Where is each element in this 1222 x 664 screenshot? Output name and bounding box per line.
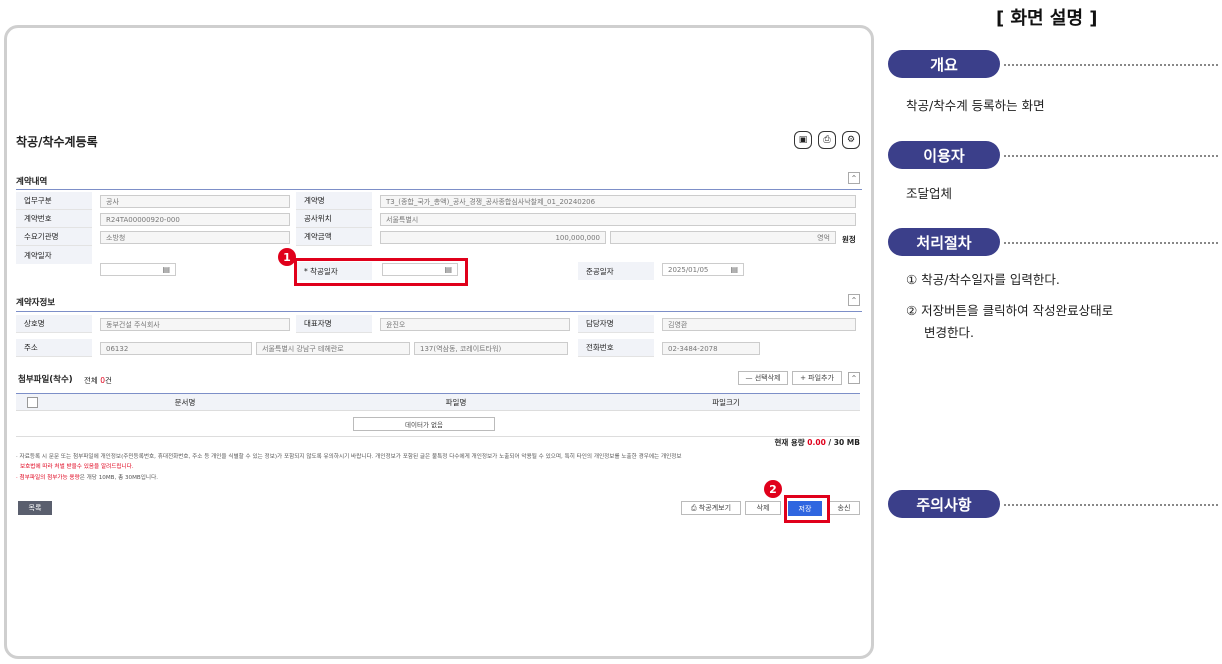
org-field: 소방청 — [100, 231, 290, 244]
manager-label: 담당자명 — [578, 315, 654, 333]
contract-no-label: 계약번호 — [16, 210, 92, 228]
capacity-suffix: / 30 MB — [825, 438, 860, 447]
capacity-prefix: 현재 용량 — [774, 438, 808, 447]
contract-no-field: R24TA00000920-000 — [100, 213, 290, 226]
contract-section-title: 계약내역 — [16, 177, 48, 187]
section-divider — [16, 189, 862, 190]
dotted-line — [1004, 64, 1218, 66]
user-pill: 이용자 — [888, 141, 1000, 169]
calendar-icon[interactable]: ▤ — [730, 265, 738, 274]
org-label: 수요기관명 — [16, 228, 92, 246]
calendar-icon[interactable]: ▤ — [162, 265, 170, 274]
dotted-line — [1004, 242, 1218, 244]
amount-hangul-field: 영억 — [610, 231, 836, 244]
zip-field: 06132 — [100, 342, 252, 355]
address1-field: 서울특별시 강남구 테헤란로 — [256, 342, 410, 355]
delete-button[interactable]: 삭제 — [745, 501, 781, 515]
marker-1: 1 — [278, 248, 296, 266]
completion-date-field: 2025/01/05 ▤ — [662, 263, 744, 276]
collapse-contractor-icon[interactable]: ⌃ — [848, 294, 860, 306]
collapse-attach-icon[interactable]: ⌃ — [848, 372, 860, 384]
notice-line-3: · 첨부파일의 첨부가능 용량은 개당 10MB, 총 30MB입니다. — [16, 473, 158, 481]
site-field: 서울특별시 — [380, 213, 856, 226]
process-step-2-cont: 변경한다. — [924, 325, 974, 340]
send-button[interactable]: 송신 — [828, 501, 860, 515]
amount-unit: 원정 — [842, 235, 856, 244]
completion-label: 준공일자 — [578, 262, 654, 280]
company-label: 상호명 — [16, 315, 92, 333]
panel-heading: [ 화면 설명 ] — [996, 8, 1098, 29]
amount-label: 계약금액 — [296, 228, 372, 246]
contractor-section-title: 계약자정보 — [16, 298, 56, 308]
user-text: 조달업체 — [906, 186, 953, 201]
overview-text: 착공/착수계 등록하는 화면 — [906, 98, 1045, 113]
amount-field: 100,000,000 — [380, 231, 606, 244]
col-file-name: 파일명 — [445, 398, 467, 407]
capacity-value: 0.00 — [807, 438, 826, 447]
list-button[interactable]: 목록 — [18, 501, 52, 515]
page-title: 착공/착수계등록 — [16, 135, 98, 149]
notice-capacity-label: · 첨부파일의 첨부가능 용량 — [16, 475, 80, 481]
overview-pill: 개요 — [888, 50, 1000, 78]
ceo-label: 대표자명 — [296, 315, 372, 333]
col-doc-name: 문서명 — [174, 398, 196, 407]
contract-date-label: 계약일자 — [16, 246, 92, 264]
capacity-info: 현재 용량 0.00 / 30 MB — [700, 437, 860, 448]
work-type-field: 공사 — [100, 195, 290, 208]
empty-data: 데이터가 없음 — [353, 417, 495, 431]
process-step-1: ① 착공/착수일자를 입력한다. — [906, 272, 1060, 287]
attach-total-suffix: 건 — [104, 376, 112, 385]
contract-name-label: 계약명 — [296, 192, 372, 210]
notice-line-2: 보호법에 따라 처벌 받을수 있음을 알려드립니다. — [20, 464, 134, 470]
phone-field: 02-3484-2078 — [662, 342, 760, 355]
address-label: 주소 — [16, 339, 92, 357]
notice-line-1: · 자료등록 시 문문 또는 첨부파일에 개인정보(주민등록번호, 휴대전화번호… — [16, 454, 682, 460]
address2-field: 137(역삼동, 코레이트타워) — [414, 342, 568, 355]
marker-2: 2 — [764, 480, 782, 498]
delete-selected-button[interactable]: — 선택삭제 — [738, 371, 788, 385]
ceo-field: 윤진오 — [380, 318, 570, 331]
highlight-start-date — [294, 258, 468, 286]
dotted-line — [1004, 504, 1218, 506]
process-step-2: ② 저장버튼을 클릭하여 작성완료상태로 — [906, 303, 1114, 318]
highlight-save — [784, 495, 830, 523]
preview-button[interactable]: ⎙ 착공계보기 — [681, 501, 741, 515]
attach-total: 전체 0건 — [84, 375, 112, 386]
company-field: 동부건설 주식회사 — [100, 318, 290, 331]
select-all-checkbox[interactable] — [27, 397, 38, 408]
contract-name-field: T3_(종합_국가_총액)_공사_경쟁_공사종합심사낙찰제_01_2024020… — [380, 195, 856, 208]
settings-icon[interactable]: ⚙ — [842, 131, 860, 149]
completion-date-value: 2025/01/05 — [668, 265, 709, 274]
attach-title: 첨부파일(착수) — [18, 375, 73, 385]
phone-label: 전화번호 — [578, 339, 654, 357]
work-type-label: 업무구분 — [16, 192, 92, 210]
section-divider — [16, 311, 862, 312]
attach-total-prefix: 전체 — [84, 376, 101, 385]
manager-field: 김영환 — [662, 318, 856, 331]
contract-date-field: ▤ — [100, 263, 176, 276]
site-label: 공사위치 — [296, 210, 372, 228]
save-icon[interactable]: ▣ — [794, 131, 812, 149]
dotted-line — [1004, 155, 1218, 157]
caution-pill: 주의사항 — [888, 490, 1000, 518]
process-pill: 처리절차 — [888, 228, 1000, 256]
print-icon[interactable]: ⎙ — [818, 131, 836, 149]
add-file-button[interactable]: + 파일추가 — [792, 371, 842, 385]
notice-capacity-text: 은 개당 10MB, 총 30MB입니다. — [79, 475, 158, 481]
collapse-contract-icon[interactable]: ⌃ — [848, 172, 860, 184]
col-file-size: 파일크기 — [712, 398, 740, 407]
